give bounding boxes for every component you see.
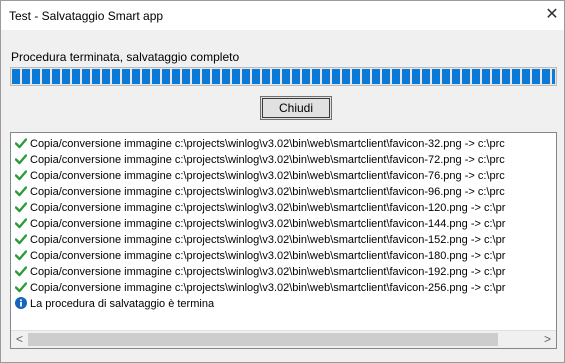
checkmark-icon (14, 201, 28, 213)
title-bar[interactable]: Test - Salvataggio Smart app ✕ (1, 1, 564, 30)
log-line-text: Copia/conversione immagine c:\projects\w… (30, 170, 505, 182)
log-line: Copia/conversione immagine c:\projects\w… (14, 280, 506, 296)
checkmark-icon (14, 153, 28, 165)
checkmark-icon (14, 249, 28, 261)
log-line: Copia/conversione immagine c:\projects\w… (14, 200, 506, 216)
checkmark-icon (14, 137, 28, 149)
log-line: Copia/conversione immagine c:\projects\w… (14, 136, 505, 152)
scroll-right-icon[interactable]: > (539, 331, 556, 348)
log-line-text: Copia/conversione immagine c:\projects\w… (30, 282, 506, 294)
checkmark-icon (14, 169, 28, 181)
checkmark-icon (14, 265, 28, 277)
horizontal-scrollbar[interactable]: < > (11, 330, 556, 348)
status-text: Procedura terminata, salvataggio complet… (11, 50, 240, 64)
log-line-text: Copia/conversione immagine c:\projects\w… (30, 234, 506, 246)
checkmark-icon (14, 217, 28, 229)
close-button[interactable]: Chiudi (260, 96, 332, 120)
window-title: Test - Salvataggio Smart app (9, 9, 164, 23)
log-line-text: Copia/conversione immagine c:\projects\w… (30, 250, 506, 262)
log-line: Copia/conversione immagine c:\projects\w… (14, 152, 505, 168)
log-list[interactable]: Copia/conversione immagine c:\projects\w… (10, 132, 557, 349)
log-line: La procedura di salvataggio è termina (15, 296, 214, 312)
log-line: Copia/conversione immagine c:\projects\w… (14, 264, 506, 280)
log-line-text: Copia/conversione immagine c:\projects\w… (30, 138, 505, 150)
scroll-thumb[interactable] (28, 333, 498, 346)
log-line: Copia/conversione immagine c:\projects\w… (14, 184, 505, 200)
close-icon[interactable]: ✕ (542, 5, 562, 25)
scroll-left-icon[interactable]: < (11, 331, 28, 348)
log-line-text: Copia/conversione immagine c:\projects\w… (30, 266, 506, 278)
checkmark-icon (14, 185, 28, 197)
log-line-text: Copia/conversione immagine c:\projects\w… (30, 202, 506, 214)
log-line-text: Copia/conversione immagine c:\projects\w… (30, 186, 505, 198)
progress-fill (12, 69, 555, 84)
log-line-text: Copia/conversione immagine c:\projects\w… (30, 218, 506, 230)
progress-bar (10, 67, 557, 86)
log-line-text: Copia/conversione immagine c:\projects\w… (30, 154, 505, 166)
info-icon (15, 297, 27, 309)
log-line: Copia/conversione immagine c:\projects\w… (14, 216, 506, 232)
dialog-window: Test - Salvataggio Smart app ✕ Procedura… (0, 0, 565, 363)
log-line: Copia/conversione immagine c:\projects\w… (14, 232, 506, 248)
checkmark-icon (14, 281, 28, 293)
checkmark-icon (14, 233, 28, 245)
log-line: Copia/conversione immagine c:\projects\w… (14, 168, 505, 184)
log-line: Copia/conversione immagine c:\projects\w… (14, 248, 506, 264)
log-line-text: La procedura di salvataggio è termina (30, 298, 215, 310)
